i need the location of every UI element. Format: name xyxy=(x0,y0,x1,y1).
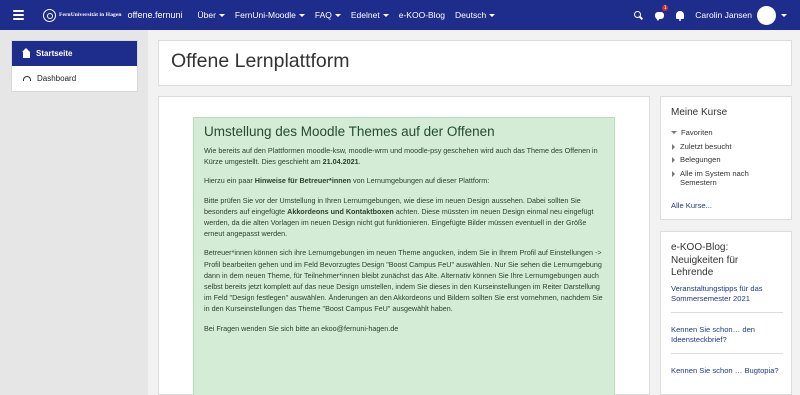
notice-date: 21.04.2021 xyxy=(322,157,359,167)
user-name: Carolin Jansen xyxy=(695,10,752,20)
menu-faq-label: FAQ xyxy=(314,10,332,20)
page-header: Offene Lernplattform xyxy=(158,40,792,86)
notice-paragraph-intro: Wie bereits auf den Plattformen moodle-k… xyxy=(204,146,598,167)
drawer-item-label: Dashboard xyxy=(37,74,77,83)
menu-ueber-label: Über xyxy=(197,10,216,20)
university-logo[interactable]: FernUniversität in Hagen xyxy=(43,8,122,22)
course-tree: Favoriten Zuletzt besucht Belegungen All… xyxy=(671,128,781,188)
expanded-triangle-icon xyxy=(671,131,677,134)
my-courses-block: Meine Kurse Favoriten Zuletzt besucht Be… xyxy=(660,96,792,220)
notification-bell-icon[interactable] xyxy=(674,9,686,21)
menu-ueber[interactable]: Über xyxy=(197,10,225,20)
notice-paragraph-hints: Hierzu ein paar Hinweise für Betreuer*in… xyxy=(204,176,490,186)
chevron-down-icon xyxy=(218,13,225,17)
divider xyxy=(671,312,783,313)
navbar-right: 1 Carolin Jansen xyxy=(632,0,787,30)
main-menu: Über FernUni-Moodle FAQ Edelnet e-KOO-Bl… xyxy=(197,10,496,20)
home-icon xyxy=(22,47,30,58)
chevron-down-icon xyxy=(489,13,496,17)
notice-paragraph-contact: Bei Fragen wenden Sie sich bitte an ekoo… xyxy=(204,323,399,333)
chevron-down-icon xyxy=(334,13,341,17)
notice-hints-bold: Hinweise für Betreuer*innen xyxy=(254,176,352,186)
search-icon[interactable] xyxy=(632,9,644,21)
menu-edelnet[interactable]: Edelnet xyxy=(351,10,389,20)
blog-entry-link[interactable]: Kennen Sie schon… den Ideensteckbrief? xyxy=(671,325,783,345)
menu-edelnet-label: Edelnet xyxy=(350,10,380,20)
menu-ekoo-blog-label: e-KOO-Blog xyxy=(398,10,446,20)
menu-fernuni-moodle[interactable]: FernUni-Moodle xyxy=(235,10,305,20)
main-content: Umstellung des Moodle Themes auf der Off… xyxy=(158,96,650,395)
site-name[interactable]: offene.fernuni xyxy=(128,10,183,20)
menu-language[interactable]: Deutsch xyxy=(455,10,496,20)
tree-item-label: Zuletzt besucht xyxy=(680,141,732,151)
nav-drawer: Startseite Dashboard xyxy=(0,30,148,395)
collapsed-triangle-icon xyxy=(672,143,675,150)
all-courses-link[interactable]: Alle Kurse... xyxy=(671,201,712,210)
messages-icon[interactable]: 1 xyxy=(653,5,669,21)
university-seal-icon xyxy=(43,8,56,22)
theme-change-notice: Umstellung des Moodle Themes auf der Off… xyxy=(193,117,615,395)
avatar xyxy=(757,5,776,25)
page-title: Offene Lernplattform xyxy=(171,50,350,72)
notice-accordions-bold: Akkordeons und Kontaktboxen xyxy=(287,206,394,216)
collapsed-triangle-icon xyxy=(672,157,675,163)
my-courses-title: Meine Kurse xyxy=(671,107,728,118)
menu-faq[interactable]: FAQ xyxy=(315,10,341,20)
tree-item-label: Belegungen xyxy=(680,155,721,164)
blog-entry-link[interactable]: Kennen Sie schon … Bugtopia? xyxy=(671,366,783,376)
drawer-nav-list: Startseite Dashboard xyxy=(11,40,138,92)
drawer-item-startseite[interactable]: Startseite xyxy=(12,41,137,66)
tree-item-label: Favoriten xyxy=(681,128,713,137)
menu-ekoo-blog[interactable]: e-KOO-Blog xyxy=(399,10,445,20)
message-count-badge: 1 xyxy=(662,5,669,11)
chevron-down-icon xyxy=(382,13,389,17)
menu-language-label: Deutsch xyxy=(455,10,487,20)
notice-paragraph-preview: Betreuer*innen können sich ihre Lernumge… xyxy=(204,248,603,314)
menu-fernuni-moodle-label: FernUni-Moodle xyxy=(234,10,296,20)
tree-item-alle-im-system[interactable]: Alle im System nach Semestern xyxy=(671,169,781,188)
dashboard-icon xyxy=(23,76,31,81)
blog-block-title: e-KOO-Blog: Neuigkeiten für Lehrende xyxy=(671,242,739,278)
drawer-item-dashboard[interactable]: Dashboard xyxy=(12,66,137,91)
tree-item-belegungen[interactable]: Belegungen xyxy=(671,155,781,165)
menu-toggle-icon[interactable] xyxy=(13,10,35,20)
collapsed-triangle-icon xyxy=(672,170,675,177)
tree-item-favoriten[interactable]: Favoriten xyxy=(671,128,781,138)
user-menu[interactable]: Carolin Jansen xyxy=(695,5,787,25)
chevron-down-icon xyxy=(298,13,305,17)
tree-item-label: Alle im System nach Semestern xyxy=(680,168,749,188)
tree-item-zuletzt-besucht[interactable]: Zuletzt besucht xyxy=(671,142,781,152)
drawer-item-label: Startseite xyxy=(36,49,73,58)
logo-text: FernUniversität in Hagen xyxy=(59,12,122,18)
notice-paragraph-check: Bitte prüfen Sie vor der Umstellung in I… xyxy=(204,195,594,239)
chevron-down-icon xyxy=(781,13,787,17)
blog-entry-link[interactable]: Veranstaltungstipps für das Sommersemest… xyxy=(671,284,783,304)
top-navbar: FernUniversität in Hagen offene.fernuni … xyxy=(0,0,800,30)
notice-title: Umstellung des Moodle Themes auf der Off… xyxy=(204,124,495,139)
blog-news-block: e-KOO-Blog: Neuigkeiten für Lehrende Ver… xyxy=(660,231,792,395)
divider xyxy=(671,353,783,354)
